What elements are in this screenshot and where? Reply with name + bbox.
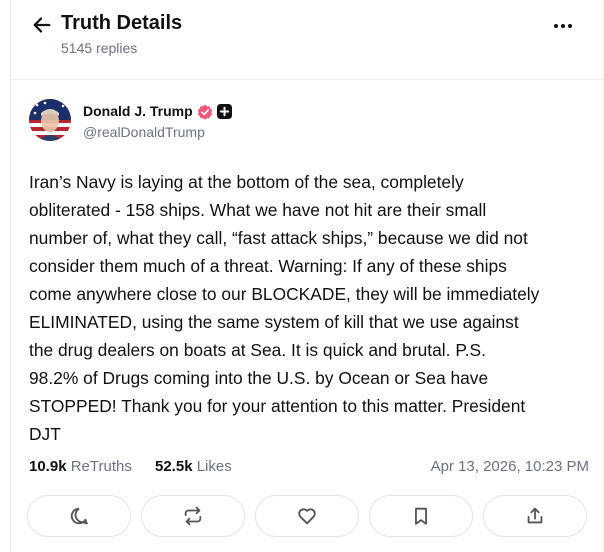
likes-count: 52.5k — [155, 458, 193, 475]
retruth-icon — [184, 506, 202, 526]
retruth-button[interactable] — [141, 495, 245, 537]
avatar[interactable] — [29, 99, 71, 141]
author-name[interactable]: Donald J. Trump — [83, 103, 193, 119]
retruths-label: ReTruths — [70, 458, 132, 475]
page-title: Truth Details — [61, 12, 183, 34]
author-handle[interactable]: @realDonaldTrump — [83, 124, 205, 140]
likes-stat[interactable]: 52.5k Likes — [155, 458, 232, 475]
retruths-count: 10.9k — [29, 458, 67, 475]
reply-button[interactable] — [27, 495, 131, 537]
likes-label: Likes — [196, 458, 232, 475]
back-button[interactable] — [31, 14, 53, 36]
post-timestamp: Apr 13, 2026, 10:23 PM — [430, 458, 589, 475]
comment-icon — [70, 507, 88, 525]
share-button[interactable] — [483, 495, 587, 537]
more-horizontal-icon — [554, 24, 572, 28]
post-stats: 10.9k ReTruths 52.5k Likes Apr 13, 2026,… — [29, 458, 589, 480]
header: Truth Details 5145 replies — [11, 0, 603, 80]
action-bar — [27, 495, 591, 537]
retruths-stat[interactable]: 10.9k ReTruths — [29, 458, 132, 475]
heart-icon — [298, 508, 316, 525]
arrow-left-icon — [33, 17, 51, 33]
plus-badge-icon — [217, 104, 232, 119]
truth-details-card: Truth Details 5145 replies Donald J. Tru… — [10, 0, 604, 552]
bookmark-icon — [415, 507, 427, 525]
bookmark-button[interactable] — [369, 495, 473, 537]
post-text: Iran’s Navy is laying at the bottom of t… — [29, 172, 540, 444]
share-icon — [527, 507, 543, 524]
like-button[interactable] — [255, 495, 359, 537]
avatar-image — [29, 99, 71, 141]
replies-count: 5145 replies — [61, 40, 138, 56]
more-options-button[interactable] — [551, 14, 575, 38]
verified-badge-icon — [197, 104, 213, 120]
